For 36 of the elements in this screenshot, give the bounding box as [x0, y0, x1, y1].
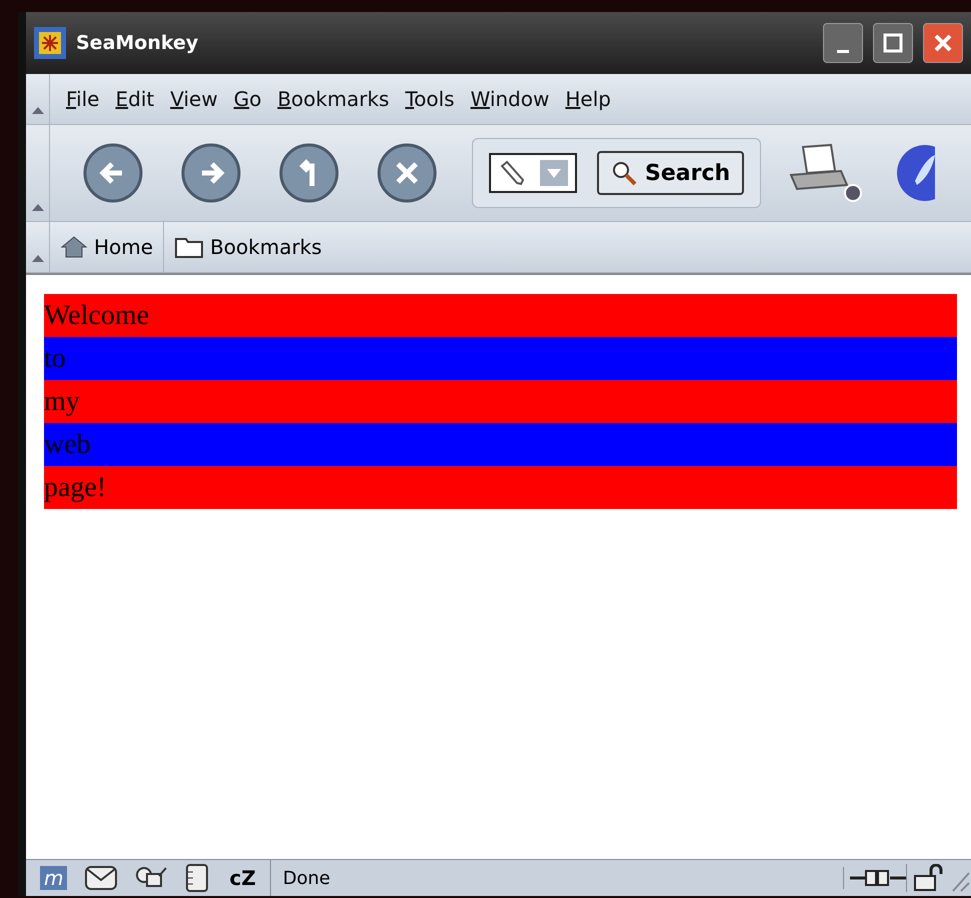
maximize-icon: [883, 33, 903, 53]
navigator-component-icon[interactable]: m: [40, 866, 68, 890]
url-field[interactable]: [489, 153, 577, 193]
minimize-icon: [837, 50, 849, 52]
search-button[interactable]: Search: [597, 151, 744, 195]
pencil-icon: [498, 160, 524, 186]
status-text: Done: [282, 868, 332, 888]
back-button[interactable]: [82, 142, 144, 204]
menu-item[interactable]: File: [66, 87, 100, 111]
stop-button[interactable]: [376, 142, 438, 204]
toolbar-grip-icon[interactable]: [32, 255, 44, 262]
toolbar-grip-icon[interactable]: [32, 107, 44, 114]
window-title: SeaMonkey: [76, 32, 200, 54]
menu-item[interactable]: View: [170, 87, 218, 111]
search-icon: [611, 160, 637, 186]
close-icon: [933, 33, 953, 53]
home-icon: [60, 235, 88, 259]
minimize-button[interactable]: [823, 23, 863, 63]
home-button[interactable]: Home: [50, 222, 164, 272]
menu-item[interactable]: Go: [234, 87, 262, 111]
menu-item[interactable]: Edit: [115, 87, 154, 111]
close-button[interactable]: [923, 23, 963, 63]
menu-item[interactable]: Bookmarks: [277, 87, 390, 111]
maximize-button[interactable]: [873, 23, 913, 63]
reload-button[interactable]: [278, 142, 340, 204]
folder-icon: [174, 235, 204, 259]
menu-item[interactable]: Tools: [405, 87, 454, 111]
online-connection-icon[interactable]: [843, 867, 906, 889]
mail-icon[interactable]: [85, 866, 118, 890]
toolbar-grip-icon[interactable]: [32, 204, 44, 211]
forward-button[interactable]: [180, 142, 242, 204]
bookmarks-button[interactable]: Bookmarks: [164, 222, 332, 272]
menu-item[interactable]: Help: [565, 87, 611, 111]
chat-component-icon[interactable]: cZ: [229, 866, 256, 890]
menu-item[interactable]: Window: [470, 87, 550, 111]
app-icon: [34, 27, 66, 59]
